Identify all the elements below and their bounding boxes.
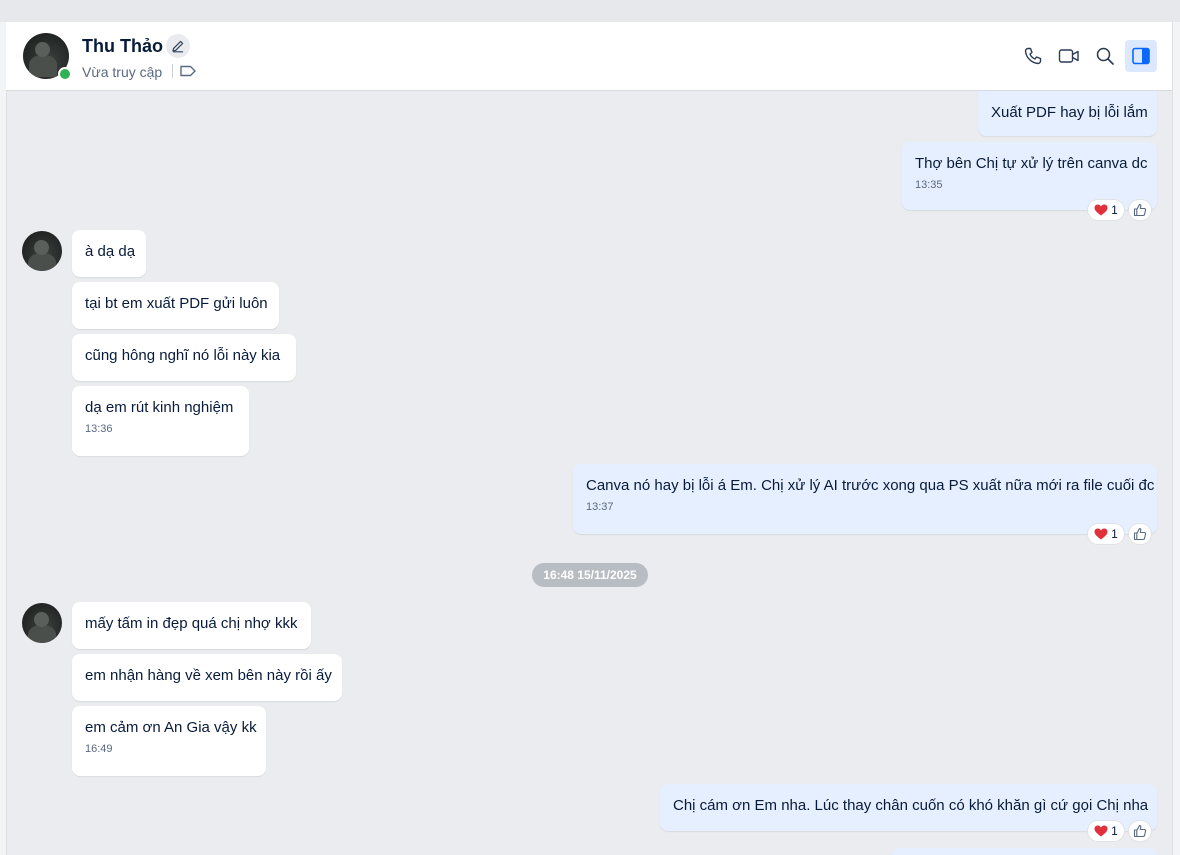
message-bubble-incoming[interactable]: em cảm ơn An Gia vậy kk 16:49 — [72, 706, 266, 776]
message-bubble-incoming[interactable]: tại bt em xuất PDF gửi luôn — [72, 282, 279, 329]
right-panel-edge — [1172, 22, 1180, 855]
thumbs-up-icon — [1133, 824, 1147, 838]
date-divider: 16:48 15/11/2025 — [532, 563, 648, 587]
message-text: mấy tấm in đẹp quá chị nhợ kkk — [85, 615, 298, 632]
status-divider — [172, 64, 173, 78]
contact-name[interactable]: Thu Thảo — [82, 36, 163, 57]
message-text: à dạ dạ — [85, 243, 136, 260]
message-time: 16:49 — [85, 743, 113, 755]
reaction-count: 1 — [1111, 824, 1118, 838]
chat-header: Thu Thảo Vừa truy cập — [6, 22, 1172, 91]
phone-icon — [1024, 47, 1042, 65]
message-list[interactable]: Xuất PDF hay bị lỗi lắm Thợ bên Chị tự x… — [6, 91, 1172, 855]
thumbs-up-icon — [1133, 527, 1147, 541]
message-bubble-incoming[interactable]: dạ em rút kinh nghiệm 13:36 — [72, 386, 249, 456]
heart-icon — [1094, 825, 1108, 837]
message-text: Chị cám ơn Em nha. Lúc thay chân cuốn có… — [673, 797, 1149, 814]
message-text: cũng hông nghĩ nó lỗi này kia — [85, 347, 281, 364]
pencil-icon — [172, 40, 184, 53]
video-call-button[interactable] — [1056, 43, 1082, 69]
like-reaction-button[interactable] — [1129, 200, 1151, 220]
search-button[interactable] — [1092, 43, 1118, 69]
voice-call-button[interactable] — [1020, 43, 1046, 69]
reaction-count: 1 — [1111, 527, 1118, 541]
message-bubble-outgoing[interactable]: Thợ bên Chị tự xử lý trên canva dc 13:35 — [902, 142, 1157, 210]
message-bubble-incoming[interactable]: em nhận hàng về xem bên này rồi ấy — [72, 654, 342, 701]
thumbs-up-icon — [1133, 203, 1147, 217]
like-reaction-button[interactable] — [1129, 524, 1151, 544]
message-text: em nhận hàng về xem bên này rồi ấy — [85, 667, 332, 684]
message-text: Thợ bên Chị tự xử lý trên canva dc — [915, 155, 1148, 172]
tag-icon — [180, 65, 196, 77]
message-time: 13:36 — [85, 423, 113, 435]
heart-reaction[interactable]: 1 — [1088, 200, 1124, 220]
message-text: tại bt em xuất PDF gửi luôn — [85, 295, 268, 312]
sender-avatar[interactable] — [22, 231, 62, 271]
last-seen-status: Vừa truy cập — [82, 64, 163, 80]
message-text: Canva nó hay bị lỗi á Em. Chị xử lý AI t… — [586, 477, 1155, 494]
message-text: em cảm ơn An Gia vậy kk — [85, 719, 257, 736]
edit-name-button[interactable] — [166, 34, 190, 58]
like-reaction-button[interactable] — [1129, 821, 1151, 841]
video-call-icon — [1058, 49, 1079, 63]
message-time: 13:35 — [915, 179, 943, 191]
heart-icon — [1094, 204, 1108, 216]
reaction-count: 1 — [1111, 203, 1118, 217]
sidebar-toggle-icon — [1132, 47, 1150, 65]
label-tag-button[interactable] — [179, 63, 197, 84]
conversation-info-toggle[interactable] — [1125, 40, 1157, 72]
message-bubble-incoming[interactable]: cũng hông nghĩ nó lỗi này kia — [72, 334, 296, 381]
message-bubble-incoming[interactable]: mấy tấm in đẹp quá chị nhợ kkk — [72, 602, 311, 649]
message-bubble-outgoing[interactable]: Chị cám ơn Em nha. Lúc thay chân cuốn có… — [660, 784, 1157, 831]
message-bubble-incoming[interactable]: à dạ dạ — [72, 230, 146, 277]
window-top-strip — [0, 0, 1180, 22]
sender-avatar[interactable] — [22, 603, 62, 643]
message-text: dạ em rút kinh nghiệm — [85, 399, 234, 416]
message-bubble-outgoing-partial[interactable] — [892, 848, 1157, 855]
message-text: Xuất PDF hay bị lỗi lắm — [991, 104, 1148, 121]
online-status-dot — [58, 67, 72, 81]
heart-reaction[interactable]: 1 — [1088, 821, 1124, 841]
heart-icon — [1094, 528, 1108, 540]
message-time: 13:37 — [586, 501, 614, 513]
message-bubble-outgoing[interactable]: Canva nó hay bị lỗi á Em. Chị xử lý AI t… — [573, 464, 1157, 534]
search-icon — [1096, 47, 1114, 65]
heart-reaction[interactable]: 1 — [1088, 524, 1124, 544]
message-bubble-outgoing[interactable]: Xuất PDF hay bị lỗi lắm — [978, 91, 1157, 136]
